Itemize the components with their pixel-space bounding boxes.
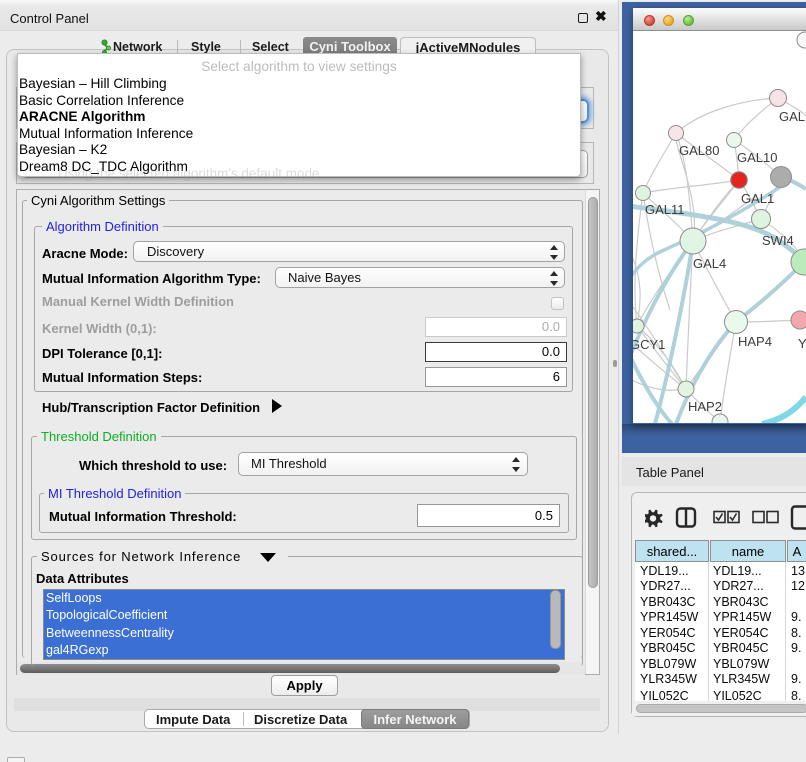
- svg-text:GAL1: GAL1: [741, 191, 774, 206]
- svg-text:SWI4: SWI4: [762, 233, 794, 248]
- svg-text:GAL80: GAL80: [679, 143, 719, 158]
- svg-text:GAL7: GAL7: [779, 109, 806, 124]
- svg-text:Y: Y: [798, 336, 806, 351]
- svg-text:HAP4: HAP4: [738, 334, 772, 349]
- svg-text:GAL4: GAL4: [693, 256, 726, 271]
- svg-text:GAL11: GAL11: [645, 202, 685, 217]
- svg-text:HAP2: HAP2: [688, 399, 722, 414]
- svg-text:GCY1: GCY1: [633, 337, 665, 352]
- svg-text:GAL10: GAL10: [737, 150, 777, 165]
